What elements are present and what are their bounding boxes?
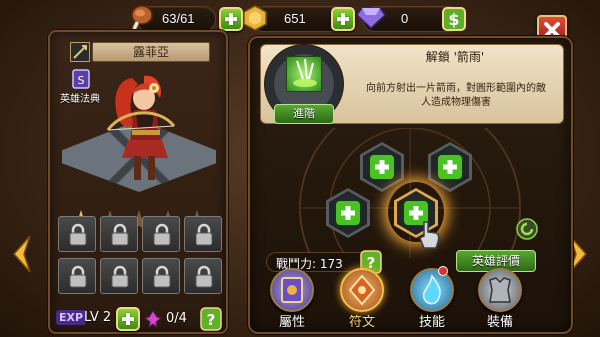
svg-text:$: $ [448,10,459,29]
runes-label: 符文 [348,315,375,330]
equip-slot-locked[interactable] [184,258,222,294]
notification-dot [438,266,448,276]
meat-icon [131,5,153,31]
equip-slot-locked[interactable] [100,258,138,294]
prev-hero-arrow-icon[interactable] [10,234,32,274]
advance-button[interactable]: 進階 [274,104,334,124]
help-icon[interactable]: ? [200,307,222,331]
lock-icon [195,265,213,288]
hero-book-icon[interactable]: S [70,68,92,90]
blue-flame-icon [422,274,441,305]
lock-icon [69,223,87,246]
armor-icon [489,277,511,303]
plus-icon [438,155,462,179]
lock-icon [111,223,129,246]
attributes-label: 屬性 [278,315,305,330]
svg-text:S: S [78,74,85,87]
lock-icon [153,223,171,246]
equipment-label: 裝備 [486,315,513,330]
hero-panel: 露菲亞 S 英雄法典 EXP LV 2 0/4 ? [48,30,228,334]
refresh-icon[interactable] [516,218,538,240]
plus-icon [370,155,394,179]
svg-text:?: ? [207,311,216,329]
equip-slot-locked[interactable] [184,216,222,252]
hero-name: 露菲亞 [92,42,210,62]
level-up-button[interactable] [116,307,140,331]
gold-value: 651 [284,11,306,26]
equip-slot-locked[interactable] [58,216,96,252]
add-gold-button[interactable] [331,7,355,31]
dollar-shop-icon[interactable]: $ [442,7,466,31]
hero-book-label: 英雄法典 [60,94,100,105]
tutorial-hand-icon [419,221,440,249]
runes-tab[interactable] [340,268,384,312]
lock-icon [195,223,213,246]
gold-coin-icon [243,5,267,31]
skill-description: 向前方射出一片箭雨，對圓形範圍內的敵人造成物理傷害 [366,83,546,108]
lock-icon [69,265,87,288]
soul-shard-icon [144,310,162,328]
equip-slot-locked[interactable] [142,258,180,294]
skill-title: 解鎖 '箭雨' [425,50,485,64]
skills-label: 技能 [418,315,445,330]
hero-level: LV 2 [84,310,112,325]
lock-icon [111,265,129,288]
attributes-tab[interactable] [270,268,314,312]
skills-tab[interactable] [410,268,454,312]
equipment-tab[interactable] [478,268,522,312]
class-icon [70,42,90,62]
hero-portrait [106,75,176,180]
equip-slot-locked[interactable] [142,216,180,252]
equip-slot-locked[interactable] [100,216,138,252]
exp-badge: EXP [56,310,87,325]
rune-icon [348,274,376,306]
shard-count: 0/4 [166,311,187,326]
stamina-value: 63/61 [162,11,195,26]
gem-value: 0 [401,11,409,26]
add-stamina-button[interactable] [219,7,243,31]
arrow-rain-skill-icon[interactable] [286,56,322,92]
equip-slot-locked[interactable] [58,258,96,294]
book-icon [281,277,303,303]
lock-icon [153,265,171,288]
gem-icon [356,7,386,29]
plus-icon [336,201,360,225]
